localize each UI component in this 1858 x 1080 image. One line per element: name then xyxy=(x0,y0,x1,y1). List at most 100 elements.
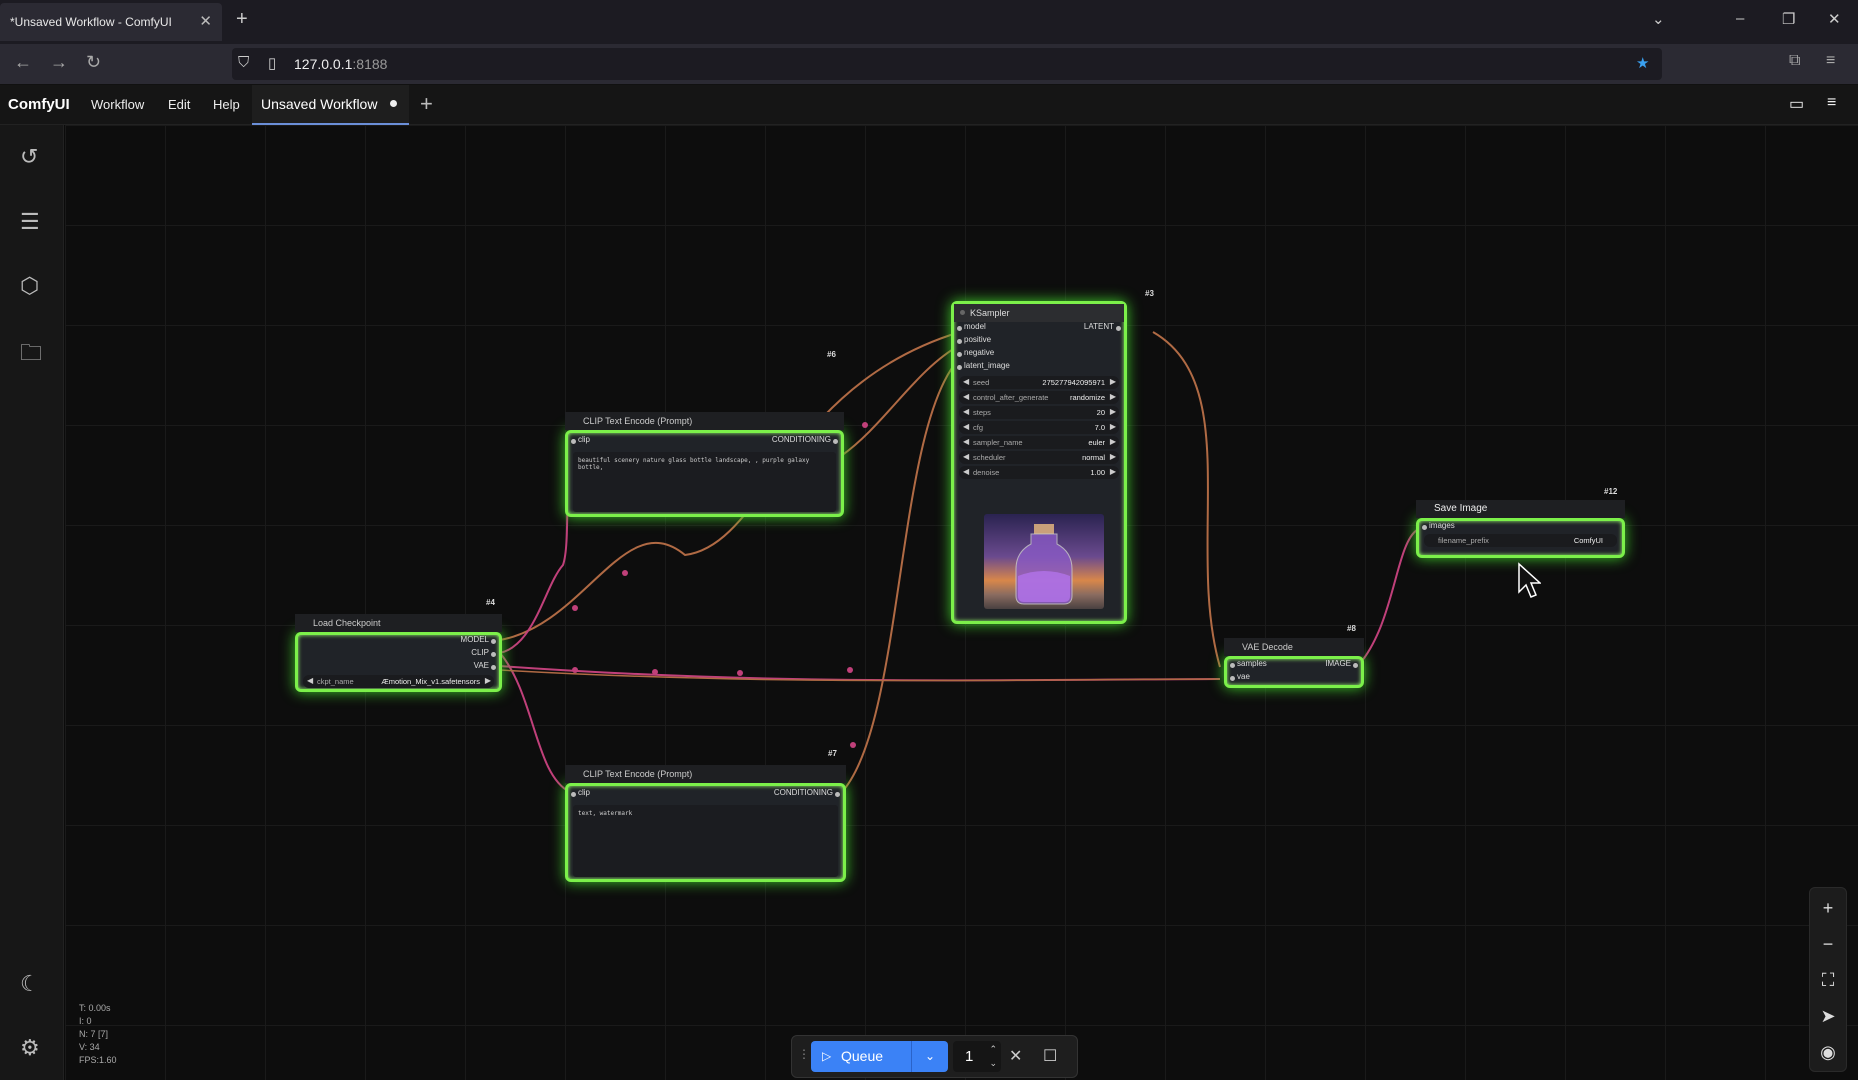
actionbar-menu-icon[interactable]: ≡ xyxy=(1827,94,1836,112)
ksampler-io-model[interactable]: model LATENT xyxy=(954,322,1124,335)
vae-io-samples[interactable]: samples IMAGE xyxy=(1227,659,1361,672)
zoom-in-icon[interactable]: + xyxy=(1810,893,1846,923)
save-image-title[interactable]: Save Image xyxy=(1416,500,1625,518)
prompt-textarea-positive[interactable]: beautiful scenery nature glass bottle la… xyxy=(573,452,836,512)
reload-icon[interactable]: ↻ xyxy=(86,52,101,73)
url-text: 127.0.0.1:8188 xyxy=(294,56,388,72)
select-mode-icon[interactable]: ➤ xyxy=(1810,1001,1846,1031)
canvas-stats: T: 0.00s I: 0 N: 7 [7] V: 34 FPS:1.60 xyxy=(79,1003,117,1065)
toggle-links-eye-icon[interactable]: ◉ xyxy=(1810,1037,1846,1067)
model-library-icon[interactable]: ⬡ xyxy=(20,273,39,299)
stop-square-icon[interactable]: ☐ xyxy=(1043,1046,1057,1066)
graph-canvas[interactable]: #3 KSampler model LATENT positive negativ… xyxy=(65,125,1858,1080)
workflow-tab[interactable]: Unsaved Workflow xyxy=(252,85,409,125)
clip-pos-io[interactable]: clip CONDITIONING xyxy=(568,435,841,449)
forward-icon[interactable]: → xyxy=(50,52,68,73)
fit-view-icon[interactable]: ⛶ xyxy=(1810,965,1846,995)
vae-decode-title[interactable]: VAE Decode xyxy=(1224,638,1364,656)
shield-icon[interactable]: ⛉ xyxy=(238,54,249,71)
app-logo: ComfyUI xyxy=(8,96,70,113)
widget-scheduler[interactable]: ◀ scheduler normal ▶ xyxy=(959,451,1119,464)
browser-nav-bar: ← → ↻ ⛉ ▯ 127.0.0.1:8188 ★ ⧉ ≡ xyxy=(0,44,1858,85)
save-input-images[interactable]: images xyxy=(1419,521,1622,534)
browser-tab-strip: *Unsaved Workflow - ComfyUI ✕ + ⌄ – ❐ ✕ xyxy=(0,0,1858,44)
load-checkpoint-node[interactable]: MODEL CLIP VAE ◀ ckpt_name Æmotion_Mix_v1.… xyxy=(295,632,502,692)
widget-sampler-name[interactable]: ◀ sampler_name euler ▶ xyxy=(959,436,1119,449)
ksampler-title[interactable]: KSampler xyxy=(954,304,1124,322)
drag-handle-icon[interactable]: ⋮ xyxy=(798,1047,810,1061)
clip-negative-node[interactable]: clip CONDITIONING text, watermark xyxy=(565,783,846,882)
minimize-icon[interactable]: – xyxy=(1736,10,1744,27)
browser-menu-icon[interactable]: ≡ xyxy=(1826,52,1835,70)
menu-help[interactable]: Help xyxy=(213,97,240,112)
save-node-id: #12 xyxy=(1604,487,1618,496)
queue-button-label: Queue xyxy=(841,1048,884,1064)
play-icon: ▷ xyxy=(822,1049,832,1063)
workflows-folder-icon[interactable]: 🗀 xyxy=(20,336,42,374)
checkpoint-output-model[interactable]: MODEL xyxy=(298,635,499,648)
ksampler-node-id: #3 xyxy=(1145,289,1154,298)
sidebar: ↺ ☰ ⬡ 🗀 ☾ ⚙ xyxy=(0,125,64,1080)
unsaved-dot-icon[interactable] xyxy=(390,100,397,107)
ksampler-input-latent[interactable]: latent_image xyxy=(954,361,1124,374)
restore-icon[interactable]: ❐ xyxy=(1782,10,1795,28)
widget-cfg[interactable]: ◀ cfg 7.0 ▶ xyxy=(959,421,1119,434)
workflow-tab-label: Unsaved Workflow xyxy=(261,96,378,112)
history-icon[interactable]: ↺ xyxy=(20,144,38,170)
back-icon[interactable]: ← xyxy=(14,52,32,73)
save-image-node[interactable]: images filename_prefix ComfyUI xyxy=(1416,518,1625,558)
widget-filename-prefix[interactable]: filename_prefix ComfyUI xyxy=(1424,534,1617,547)
clip-negative-title[interactable]: CLIP Text Encode (Prompt) xyxy=(565,765,846,783)
prompt-textarea-negative[interactable]: text, watermark xyxy=(573,805,838,877)
batch-count-input[interactable]: 1 ⌃ ⌄ xyxy=(953,1041,1001,1072)
add-workflow-icon[interactable]: + xyxy=(420,91,433,117)
menu-edit[interactable]: Edit xyxy=(168,97,190,112)
widget-steps[interactable]: ◀ steps 20 ▶ xyxy=(959,406,1119,419)
queue-bar: ⋮ ▷ Queue ⌄ 1 ⌃ ⌄ ✕ ☐ xyxy=(791,1035,1078,1078)
chevron-down-icon: ⌄ xyxy=(924,1049,936,1063)
queue-button[interactable]: ▷ Queue xyxy=(811,1041,911,1072)
close-tab-icon[interactable]: ✕ xyxy=(199,3,212,41)
ksampler-input-negative[interactable]: negative xyxy=(954,348,1124,361)
queue-list-icon[interactable]: ☰ xyxy=(20,209,40,235)
bookmark-star-icon[interactable]: ★ xyxy=(1636,54,1649,72)
ksampler-input-positive[interactable]: positive xyxy=(954,335,1124,348)
settings-gear-icon[interactable]: ⚙ xyxy=(20,1035,40,1061)
new-tab-icon[interactable]: + xyxy=(236,8,248,31)
checkpoint-node-id: #4 xyxy=(486,598,495,607)
preview-image xyxy=(984,514,1104,609)
decrement-icon[interactable]: ⌄ xyxy=(989,1048,997,1079)
checkpoint-output-clip[interactable]: CLIP xyxy=(298,648,499,661)
close-window-icon[interactable]: ✕ xyxy=(1828,10,1841,28)
clip-neg-node-id: #7 xyxy=(828,749,837,758)
clip-positive-node[interactable]: clip CONDITIONING beautiful scenery natur… xyxy=(565,430,844,517)
vae-input-vae[interactable]: vae xyxy=(1227,672,1361,685)
queue-mode-dropdown[interactable]: ⌄ xyxy=(911,1041,948,1072)
widget-control-after-generate[interactable]: ◀ control_after_generate randomize ▶ xyxy=(959,391,1119,404)
bottle-image xyxy=(1015,524,1073,605)
zoom-out-icon[interactable]: − xyxy=(1810,929,1846,959)
theme-toggle-icon[interactable]: ☾ xyxy=(20,971,40,997)
cancel-icon[interactable]: ✕ xyxy=(1009,1046,1022,1066)
browser-tab[interactable]: *Unsaved Workflow - ComfyUI ✕ xyxy=(0,3,222,41)
widget-seed[interactable]: ◀ seed 275277942095971 ▶ xyxy=(959,376,1119,389)
bottom-panel-icon[interactable]: ▭ xyxy=(1789,94,1804,114)
clip-pos-node-id: #6 xyxy=(827,350,836,359)
widget-ckpt-name[interactable]: ◀ ckpt_name Æmotion_Mix_v1.safetensors ▶ xyxy=(303,675,494,688)
clip-neg-io[interactable]: clip CONDITIONING xyxy=(568,788,843,802)
extensions-icon[interactable]: ⧉ xyxy=(1789,52,1800,70)
tab-list-icon[interactable]: ⌄ xyxy=(1652,10,1665,28)
checkpoint-output-vae[interactable]: VAE xyxy=(298,661,499,674)
ksampler-node[interactable]: KSampler model LATENT positive negative l… xyxy=(951,301,1127,624)
mouse-cursor-icon xyxy=(1518,562,1541,598)
canvas-toolbar: + − ⛶ ➤ ◉ xyxy=(1809,887,1847,1072)
app-menu-bar: ComfyUI Workflow Edit Help Unsaved Workf… xyxy=(0,85,1858,125)
menu-workflow[interactable]: Workflow xyxy=(91,97,144,112)
widget-denoise[interactable]: ◀ denoise 1.00 ▶ xyxy=(959,466,1119,479)
browser-tab-title: *Unsaved Workflow - ComfyUI xyxy=(10,15,172,29)
page-icon: ▯ xyxy=(268,55,277,72)
clip-positive-title[interactable]: CLIP Text Encode (Prompt) xyxy=(565,412,844,430)
vae-decode-node[interactable]: samples IMAGE vae xyxy=(1224,656,1364,688)
url-bar[interactable]: ⛉ ▯ 127.0.0.1:8188 ★ xyxy=(232,48,1662,80)
load-checkpoint-title[interactable]: Load Checkpoint xyxy=(295,614,502,632)
